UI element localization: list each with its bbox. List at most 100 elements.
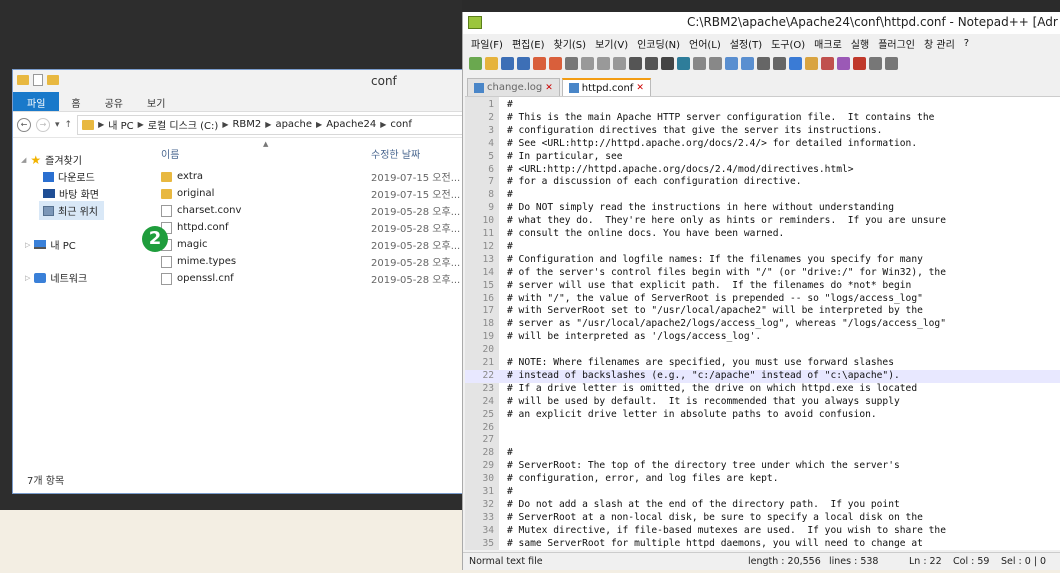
copy-icon[interactable] bbox=[597, 56, 610, 70]
code-line[interactable]: 32 # Do not add a slash at the end of the… bbox=[465, 499, 1060, 512]
zoom-out-icon[interactable] bbox=[709, 56, 722, 70]
folder-icon[interactable] bbox=[17, 75, 29, 85]
code-line[interactable]: 4 # See <URL:http://httpd.apache.org/docs… bbox=[465, 138, 1060, 151]
code-line[interactable]: 15 # server will use that explicit path. … bbox=[465, 280, 1060, 293]
file-row[interactable]: original 2019-07-15 오전... bbox=[153, 185, 469, 202]
new-file-icon[interactable] bbox=[469, 56, 482, 70]
indent-guide-icon[interactable] bbox=[789, 56, 802, 70]
code-line[interactable]: 6 # <URL:http://httpd.apache.org/docs/2.4… bbox=[465, 164, 1060, 177]
code-line[interactable]: 19 # will be interpreted as '/logs/access… bbox=[465, 331, 1060, 344]
code-line[interactable]: 2 # This is the main Apache HTTP server c… bbox=[465, 112, 1060, 125]
close-tab-icon[interactable]: ✕ bbox=[545, 83, 553, 93]
menu-search[interactable]: 찾기(S) bbox=[554, 36, 587, 51]
nav-recent-places[interactable]: 최근 위치 bbox=[39, 201, 104, 220]
code-line[interactable]: 22 # instead of backslashes (e.g., "c:/ap… bbox=[465, 369, 1060, 383]
code-line[interactable]: 21 # NOTE: Where filenames are specified,… bbox=[465, 357, 1060, 370]
menu-tools[interactable]: 도구(O) bbox=[771, 36, 805, 51]
undo-icon[interactable] bbox=[629, 56, 642, 70]
code-line[interactable]: 12 # bbox=[465, 241, 1060, 254]
menu-settings[interactable]: 설정(T) bbox=[730, 36, 762, 51]
menu-view[interactable]: 보기(V) bbox=[595, 36, 628, 51]
code-line[interactable]: 8 # bbox=[465, 189, 1060, 202]
file-row[interactable]: httpd.conf 2019-05-28 오후... bbox=[153, 219, 469, 236]
code-line[interactable]: 1 # bbox=[465, 99, 1060, 112]
breadcrumb-conf[interactable]: conf bbox=[390, 119, 411, 130]
back-button[interactable]: ← bbox=[17, 117, 31, 132]
code-line[interactable]: 25 # an explicit drive letter in absolute… bbox=[465, 409, 1060, 422]
zoom-in-icon[interactable] bbox=[693, 56, 706, 70]
column-header-date[interactable]: 수정한 날짜 bbox=[371, 146, 420, 161]
nav-favorites[interactable]: ◢ ★ 즐겨찾기 bbox=[21, 152, 82, 168]
code-line[interactable]: 24 # will be used by default. It is recom… bbox=[465, 396, 1060, 409]
cut-icon[interactable] bbox=[581, 56, 594, 70]
file-row[interactable]: magic 2019-05-28 오후... bbox=[153, 236, 469, 253]
code-line[interactable]: 10 # what they do. They're here only as h… bbox=[465, 215, 1060, 228]
file-row[interactable]: openssl.cnf 2019-05-28 오후... bbox=[153, 270, 469, 287]
breadcrumb-apache24[interactable]: Apache24 bbox=[326, 119, 376, 130]
menu-help[interactable]: ? bbox=[964, 38, 969, 49]
code-line[interactable]: 9 # Do NOT simply read the instructions i… bbox=[465, 202, 1060, 215]
code-line[interactable]: 17 # with ServerRoot set to "/usr/local/a… bbox=[465, 305, 1060, 318]
code-line[interactable]: 33 # ServerRoot at a non-local disk, be s… bbox=[465, 512, 1060, 525]
nav-desktop[interactable]: 바탕 화면 bbox=[43, 186, 99, 201]
tab-httpd-conf[interactable]: httpd.conf ✕ bbox=[561, 78, 651, 96]
word-wrap-icon[interactable] bbox=[757, 56, 770, 70]
code-line[interactable]: 18 # server as "/usr/local/apache2/logs/a… bbox=[465, 318, 1060, 331]
close-icon[interactable] bbox=[533, 56, 546, 70]
folder-as-workspace-icon[interactable] bbox=[837, 56, 850, 70]
breadcrumb-rbm2[interactable]: RBM2 bbox=[232, 119, 261, 130]
code-line[interactable]: 13 # Configuration and logfile names: If … bbox=[465, 254, 1060, 267]
show-all-characters-icon[interactable] bbox=[773, 56, 786, 70]
code-line[interactable]: 31 # bbox=[465, 486, 1060, 499]
stop-macro-icon[interactable] bbox=[869, 56, 882, 70]
ribbon-tab-view[interactable]: 보기 bbox=[135, 92, 177, 111]
breadcrumb-local-disk[interactable]: 로컬 디스크 (C:) bbox=[148, 117, 219, 132]
forward-button[interactable]: → bbox=[36, 117, 50, 132]
record-macro-icon[interactable] bbox=[853, 56, 866, 70]
breadcrumb-this-pc[interactable]: 내 PC bbox=[108, 117, 133, 132]
up-button[interactable]: ↑ bbox=[65, 120, 73, 130]
document-map-icon[interactable] bbox=[805, 56, 818, 70]
sync-vertical-icon[interactable] bbox=[725, 56, 738, 70]
breadcrumb-apache[interactable]: apache bbox=[275, 119, 312, 130]
ribbon-tab-home[interactable]: 홈 bbox=[59, 92, 92, 111]
file-row[interactable]: mime.types 2019-05-28 오후... bbox=[153, 253, 469, 270]
menu-run[interactable]: 실행 bbox=[851, 36, 869, 51]
menu-file[interactable]: 파일(F) bbox=[471, 36, 503, 51]
ribbon-tab-file[interactable]: 파일 bbox=[13, 92, 60, 111]
nav-downloads[interactable]: 다운로드 bbox=[43, 169, 95, 184]
close-tab-icon[interactable]: ✕ bbox=[636, 83, 644, 93]
replace-icon[interactable] bbox=[677, 56, 690, 70]
tab-change-log[interactable]: change.log ✕ bbox=[467, 78, 560, 96]
close-all-icon[interactable] bbox=[549, 56, 562, 70]
code-line[interactable]: 35 # same ServerRoot for multiple httpd d… bbox=[465, 538, 1060, 550]
code-line[interactable]: 7 # for a discussion of each configuratio… bbox=[465, 176, 1060, 189]
code-line[interactable]: 11 # consult the online docs. You have be… bbox=[465, 228, 1060, 241]
menu-encoding[interactable]: 인코딩(N) bbox=[637, 36, 680, 51]
sync-horizontal-icon[interactable] bbox=[741, 56, 754, 70]
code-line[interactable]: 27 bbox=[465, 434, 1060, 447]
code-line[interactable]: 20 bbox=[465, 344, 1060, 357]
file-row[interactable]: charset.conv 2019-05-28 오후... bbox=[153, 202, 469, 219]
recent-locations-icon[interactable]: ▾ bbox=[55, 120, 60, 130]
menu-language[interactable]: 언어(L) bbox=[689, 36, 721, 51]
code-line[interactable]: 29 # ServerRoot: The top of the directory… bbox=[465, 460, 1060, 473]
properties-icon[interactable] bbox=[33, 74, 43, 86]
column-header-name[interactable]: 이름 bbox=[161, 146, 179, 161]
file-row[interactable]: extra 2019-07-15 오전... bbox=[153, 168, 469, 185]
code-line[interactable]: 16 # with "/", the value of ServerRoot is… bbox=[465, 293, 1060, 306]
nav-this-pc[interactable]: ▷ 내 PC bbox=[25, 237, 76, 252]
address-bar[interactable]: ▶ 내 PC ▶ 로컬 디스크 (C:) ▶ RBM2 ▶ apache ▶ A… bbox=[77, 114, 465, 135]
find-icon[interactable] bbox=[661, 56, 674, 70]
nav-network[interactable]: ▷ 네트워크 bbox=[25, 270, 87, 285]
code-line[interactable]: 23 # If a drive letter is omitted, the dr… bbox=[465, 383, 1060, 396]
code-line[interactable]: 30 # configuration, error, and log files … bbox=[465, 473, 1060, 486]
save-icon[interactable] bbox=[501, 56, 514, 70]
code-line[interactable]: 5 # In particular, see bbox=[465, 151, 1060, 164]
ribbon-tab-share[interactable]: 공유 bbox=[93, 92, 135, 111]
code-line[interactable]: 14 # of the server's control files begin … bbox=[465, 267, 1060, 280]
new-folder-icon[interactable] bbox=[47, 75, 59, 85]
open-file-icon[interactable] bbox=[485, 56, 498, 70]
code-line[interactable]: 28 # bbox=[465, 447, 1060, 460]
play-macro-icon[interactable] bbox=[885, 56, 898, 70]
